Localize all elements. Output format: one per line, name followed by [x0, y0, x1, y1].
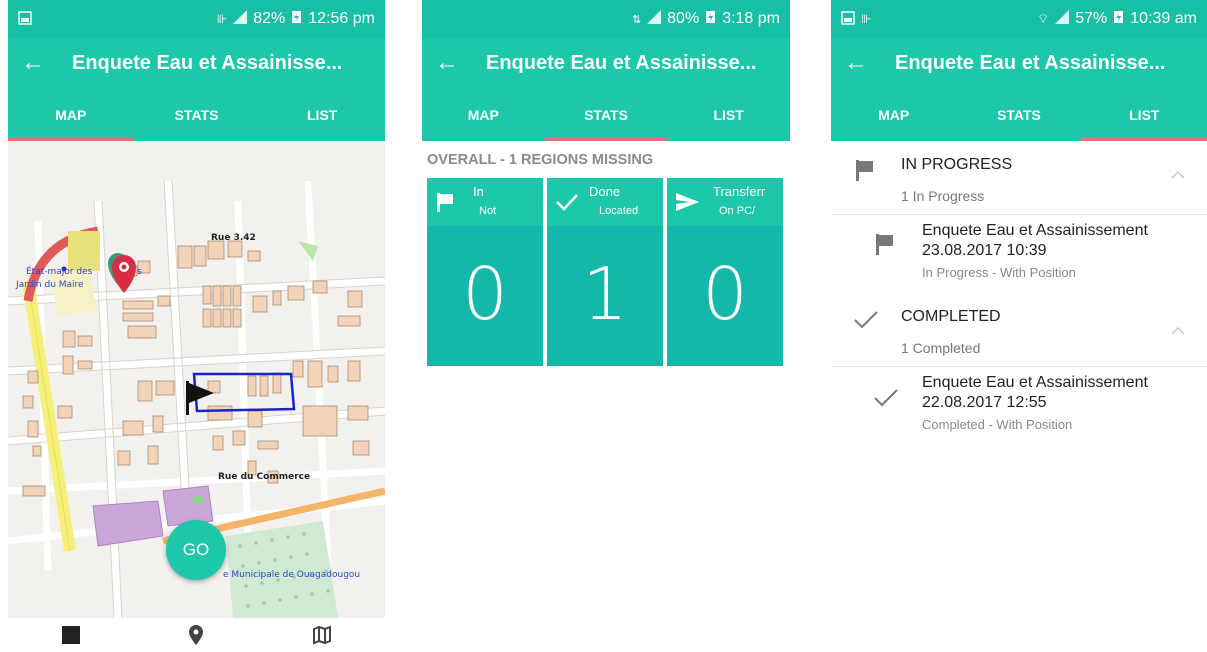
section-title: COMPLETED — [901, 308, 1001, 325]
signal-icon — [647, 9, 662, 29]
check-icon — [873, 386, 899, 413]
section-count: 1 In Progress — [901, 188, 985, 204]
data-icon: ⇅ — [631, 13, 642, 26]
vibrate-icon: ⊪ — [216, 12, 228, 26]
map-label-rue-commerce: Rue du Commerce — [218, 472, 310, 482]
app-bar: ← Enquete Eau et Assainisse... — [422, 38, 790, 88]
tab-map[interactable]: MAP — [422, 88, 545, 141]
back-arrow-icon[interactable]: ← — [8, 49, 58, 77]
flag-icon — [873, 232, 895, 261]
battery-percent: 80% — [667, 10, 700, 27]
gallery-notification-icon — [841, 10, 855, 28]
list-item[interactable]: Enquete Eau et Assainissement 23.08.2017… — [831, 215, 1207, 290]
page-title: Enquete Eau et Assainisse... — [895, 51, 1166, 74]
page-title: Enquete Eau et Assainisse... — [72, 51, 343, 74]
map-label-jardin: Jardin du Maire — [15, 280, 84, 290]
wifi-icon: ⌔ — [1037, 11, 1050, 26]
app-bar: ← Enquete Eau et Assainisse... — [831, 38, 1207, 88]
tab-list[interactable]: LIST — [259, 88, 385, 141]
list-item[interactable]: Enquete Eau et Assainissement 22.08.2017… — [831, 367, 1207, 442]
map-label-etat-major: État-major des — [26, 265, 93, 277]
item-date: 22.08.2017 12:55 — [922, 394, 1047, 411]
status-bar: ⊪ 82% 12:56 pm — [8, 0, 385, 38]
stat-card-title: Done — [589, 184, 621, 199]
stats-cards: In Not 0 Done Located 1 Transferr On PC/ — [427, 178, 783, 366]
tab-list[interactable]: LIST — [1081, 88, 1207, 141]
stat-card-subtitle: On PC/ — [719, 205, 756, 217]
status-bar: ⊪ ⌔ 57% 10:39 am — [831, 0, 1207, 38]
vibrate-icon: ⊪ — [861, 12, 872, 26]
screen-list: ⊪ ⌔ 57% 10:39 am ← Enquete Eau et Assain… — [831, 0, 1207, 652]
signal-icon — [233, 9, 248, 29]
battery-icon — [291, 9, 302, 29]
flag-icon — [427, 191, 463, 213]
clock: 3:18 pm — [722, 10, 780, 27]
chevron-up-icon[interactable] — [1171, 166, 1185, 182]
tab-map[interactable]: MAP — [831, 88, 956, 141]
app-bar: ← Enquete Eau et Assainisse... — [8, 38, 385, 88]
stat-card-count: 1 — [582, 252, 628, 336]
battery-icon — [1113, 9, 1124, 29]
map-label-rue-342: Rue 3.42 — [211, 233, 256, 243]
stat-card-transferred[interactable]: Transferr On PC/ 0 — [667, 178, 783, 366]
tab-bar: MAP STATS LIST — [422, 88, 790, 141]
tab-list[interactable]: LIST — [667, 88, 790, 141]
flag-icon — [853, 158, 875, 187]
stat-card-done[interactable]: Done Located 1 — [547, 178, 663, 366]
screen-map: ⊪ 82% 12:56 pm ← Enquete Eau et Assainis… — [8, 0, 385, 652]
location-pin-icon[interactable] — [176, 621, 216, 649]
stat-card-title: In — [473, 184, 484, 199]
stat-card-count: 0 — [462, 252, 508, 336]
stat-card-title: Transferr — [713, 184, 766, 199]
signal-icon — [1055, 9, 1070, 29]
item-status: In Progress - With Position — [922, 265, 1076, 280]
bottom-nav — [8, 618, 385, 652]
stat-card-in-progress[interactable]: In Not 0 — [427, 178, 543, 366]
battery-icon — [705, 9, 716, 29]
item-status: Completed - With Position — [922, 417, 1073, 432]
stat-card-count: 0 — [702, 252, 748, 336]
overall-summary: OVERALL - 1 REGIONS MISSING — [427, 152, 654, 168]
tab-stats[interactable]: STATS — [544, 88, 668, 141]
section-in-progress[interactable]: IN PROGRESS 1 In Progress — [831, 141, 1207, 214]
screen-stats: ⇅ 80% 3:18 pm ← Enquete Eau et Assainiss… — [422, 0, 790, 652]
section-count: 1 Completed — [901, 340, 981, 356]
check-icon — [853, 308, 879, 335]
item-name: Enquete Eau et Assainissement — [922, 222, 1148, 239]
clock: 10:39 am — [1130, 10, 1197, 27]
stat-card-subtitle: Not — [479, 205, 497, 217]
back-arrow-icon[interactable]: ← — [422, 49, 472, 77]
battery-percent: 82% — [253, 10, 286, 27]
chevron-up-icon[interactable] — [1171, 322, 1185, 338]
gallery-notification-icon — [18, 10, 32, 28]
section-title: IN PROGRESS — [901, 156, 1013, 173]
check-icon — [547, 192, 587, 212]
item-date: 23.08.2017 10:39 — [922, 242, 1047, 259]
tab-bar: MAP STATS LIST — [831, 88, 1207, 141]
battery-percent: 57% — [1075, 10, 1108, 27]
tab-stats[interactable]: STATS — [134, 88, 260, 141]
section-completed[interactable]: COMPLETED 1 Completed — [831, 294, 1207, 366]
tab-bar: MAP STATS LIST — [8, 88, 385, 141]
map-label-municipale: e Municipale de Ouagadougou — [223, 570, 360, 580]
tab-map[interactable]: MAP — [8, 88, 134, 141]
stat-card-subtitle: Located — [599, 205, 639, 217]
tab-stats[interactable]: STATS — [956, 88, 1081, 141]
map-label-etat-major-tail: s — [137, 267, 142, 277]
clock: 12:56 pm — [308, 10, 375, 27]
go-button[interactable]: GO — [166, 520, 226, 580]
status-bar: ⇅ 80% 3:18 pm — [422, 0, 790, 38]
square-icon[interactable] — [51, 621, 91, 649]
back-arrow-icon[interactable]: ← — [831, 49, 881, 77]
page-title: Enquete Eau et Assainisse... — [486, 51, 757, 74]
send-icon — [667, 191, 707, 213]
map-icon[interactable] — [302, 621, 342, 649]
item-name: Enquete Eau et Assainissement — [922, 374, 1148, 391]
